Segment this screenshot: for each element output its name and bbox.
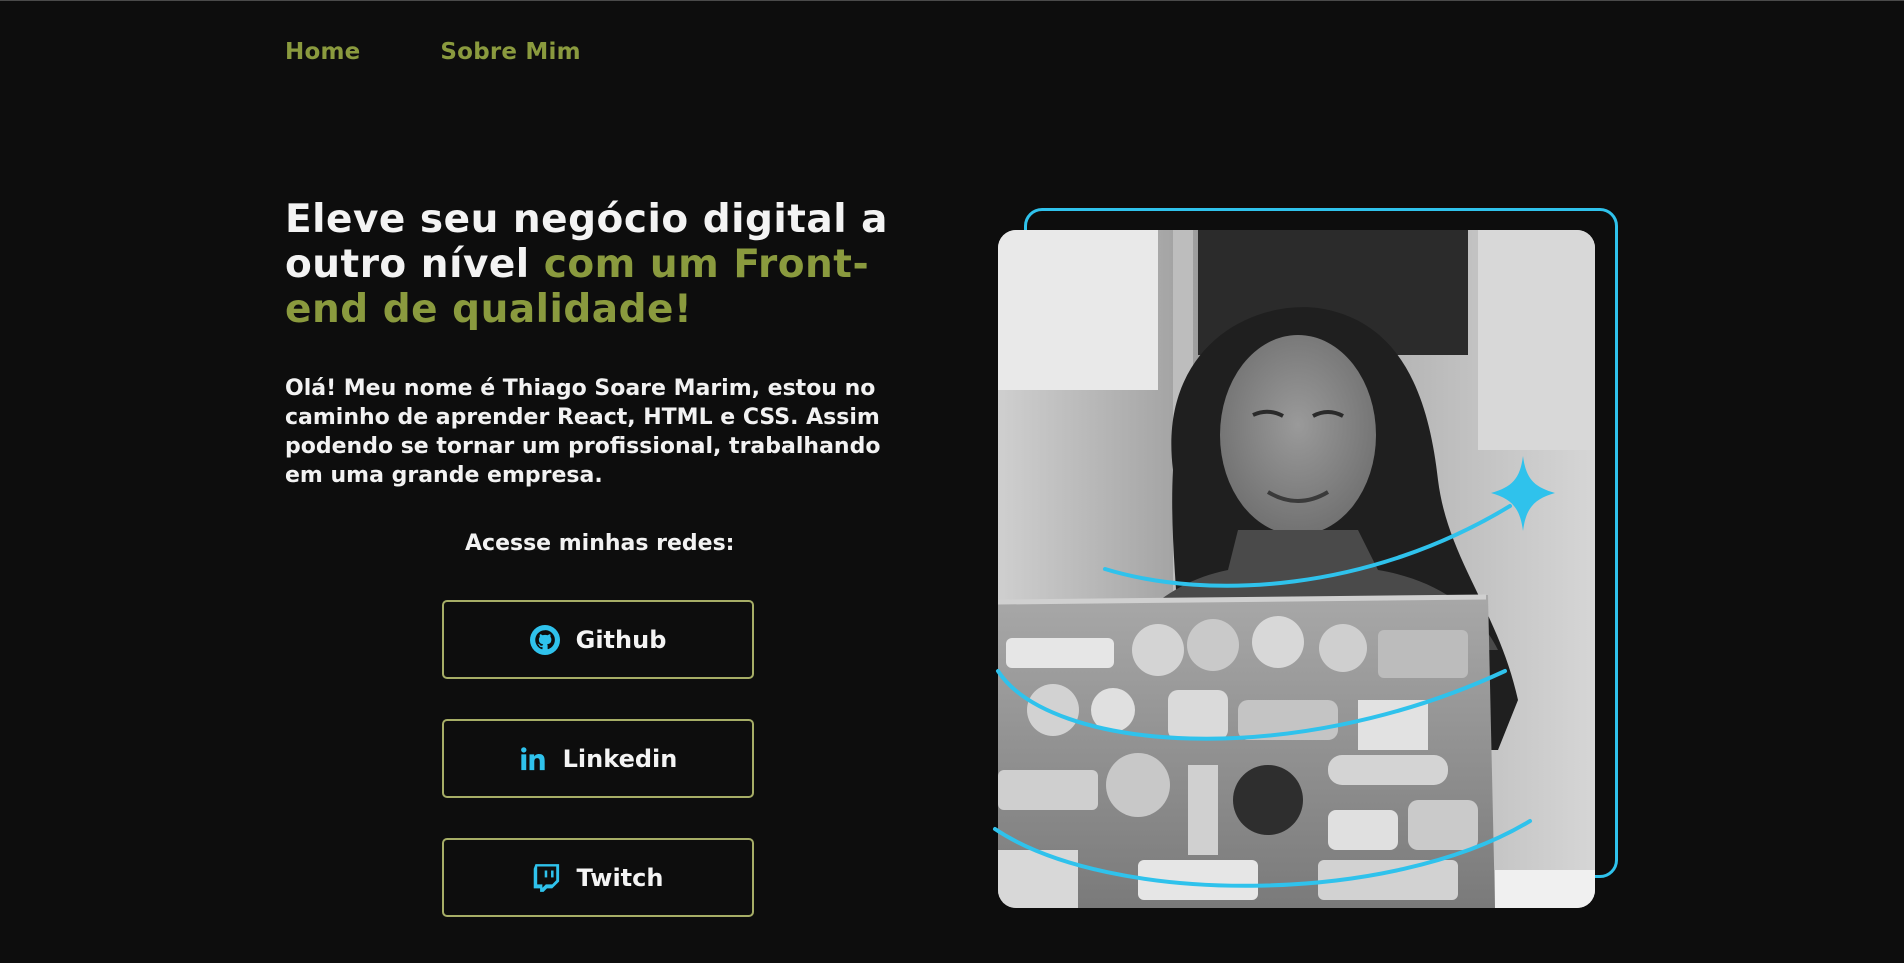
github-label: Github: [575, 625, 667, 654]
github-icon: [529, 624, 560, 655]
page: Home Sobre Mim Eleve seu negócio digital…: [0, 0, 1904, 963]
networks-title: Acesse minhas redes:: [465, 531, 735, 556]
nav-home-link[interactable]: Home: [285, 39, 360, 65]
github-button[interactable]: Github: [442, 600, 754, 679]
twitch-button[interactable]: Twitch: [442, 838, 754, 917]
profile-photo: [998, 230, 1595, 908]
nav-about-link[interactable]: Sobre Mim: [440, 39, 580, 65]
top-nav: Home Sobre Mim: [285, 39, 581, 65]
linkedin-label: Linkedin: [562, 744, 678, 773]
hero-text: Eleve seu negócio digital a outro nível …: [285, 197, 905, 490]
intro-paragraph: Olá! Meu nome é Thiago Soare Marim, esto…: [285, 376, 881, 488]
linkedin-icon: [519, 745, 547, 773]
twitch-icon: [533, 863, 561, 893]
linkedin-button[interactable]: Linkedin: [442, 719, 754, 798]
page-title: Eleve seu negócio digital a outro nível …: [285, 197, 905, 332]
twitch-label: Twitch: [576, 863, 664, 892]
